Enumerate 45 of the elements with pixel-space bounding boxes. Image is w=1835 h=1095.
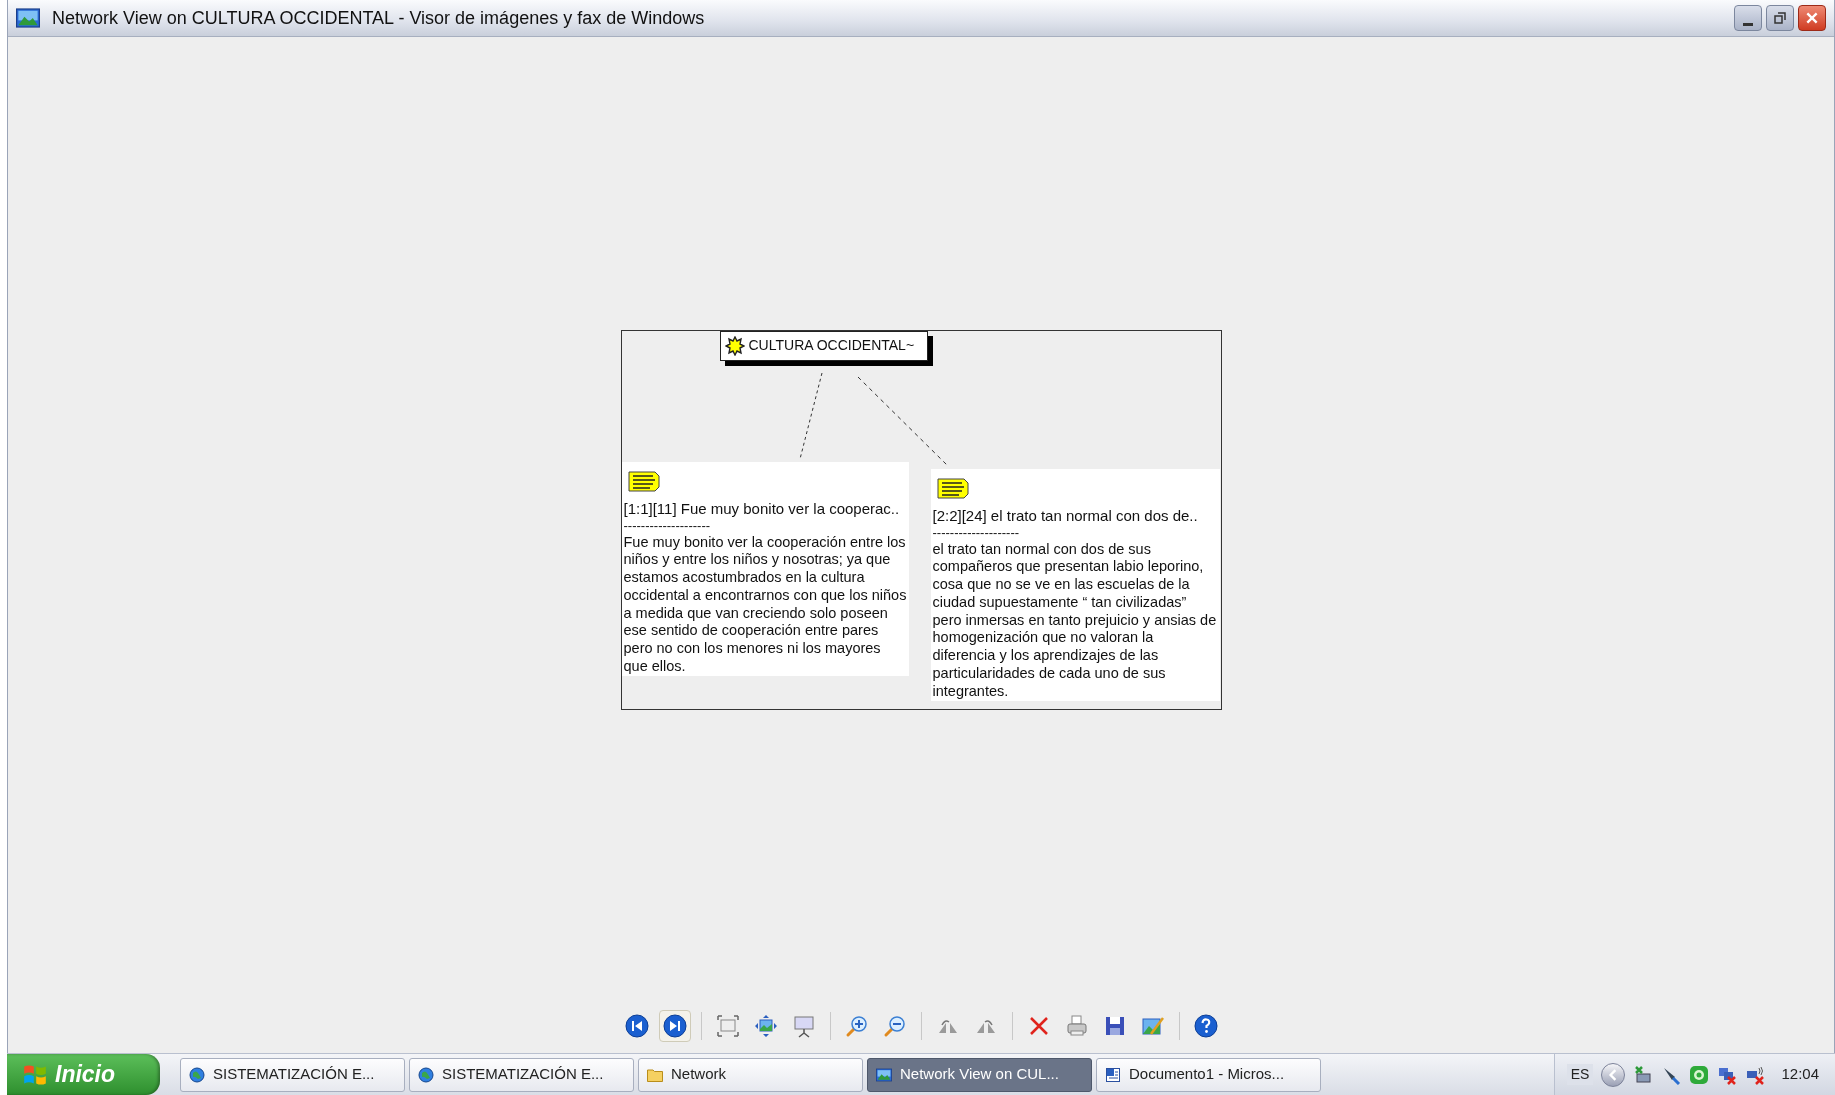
note-heading: [2:2][24] el trato tan normal con dos de.. xyxy=(932,506,1199,525)
wireless-disconnected-icon[interactable] xyxy=(1745,1064,1766,1085)
help-icon xyxy=(1193,1014,1218,1038)
note-icon xyxy=(627,469,660,492)
memo-note[interactable] xyxy=(930,468,1220,701)
taskbar-button[interactable]: Documento1 - Micros... xyxy=(1096,1057,1321,1092)
clock: 12:04 xyxy=(1781,1064,1819,1085)
skip-back-icon xyxy=(624,1014,649,1038)
zoom-in-icon xyxy=(844,1014,869,1038)
code-label: CULTURA OCCIDENTAL~ xyxy=(748,336,915,355)
note-heading: [1:1][11] Fue muy bonito ver la cooperac.. xyxy=(623,499,901,518)
close-button[interactable] xyxy=(1798,5,1826,31)
picture-arrows-icon xyxy=(753,1014,778,1038)
skip-forward-icon xyxy=(662,1014,687,1038)
minimize-icon xyxy=(1743,23,1753,26)
printer-icon xyxy=(1064,1014,1089,1038)
note-body: Fue muy bonito ver la cooperación entre los niños y entre los niños y nosotras; ya que estamos acostumbrados en la cultura occidental a encontrarnos con que los niños a medida que van creciendo solo poseen ese sentido de cooperación entre pares pero no con los menores ni los mayores que ellos. xyxy=(623,533,907,676)
close-icon xyxy=(1805,11,1819,25)
note-icon xyxy=(936,476,969,499)
globe-icon xyxy=(418,1066,434,1083)
memo-note[interactable] xyxy=(621,461,909,676)
zoom-out-icon xyxy=(882,1014,907,1038)
next-image-button[interactable] xyxy=(658,1010,691,1042)
note-body: el trato tan normal con dos de sus compañeros que presentan labio leporino, cosa que no se ve en las escuelas de la ciudad supuestamente “ tan civilizadas” pero inmersas en tanto prejuicio y ansias de homogenización que no valoran la diferencia y los aprendizajes de las particularidades de cada uno de sus integrantes. xyxy=(932,540,1218,701)
note-divider-text: -------------------- xyxy=(623,517,712,534)
language-indicator[interactable]: ES xyxy=(1566,1064,1594,1085)
globe-icon xyxy=(189,1066,205,1083)
windows-logo-icon xyxy=(23,1062,47,1087)
picture-icon xyxy=(876,1067,892,1082)
taskbar-button[interactable]: Network xyxy=(638,1057,863,1092)
fit-frame-icon xyxy=(715,1014,740,1038)
restore-icon xyxy=(1774,12,1786,24)
taskbar-button[interactable]: SISTEMATIZACIÓN E... xyxy=(180,1057,405,1092)
restore-button[interactable] xyxy=(1766,5,1794,31)
app-icon xyxy=(16,8,40,28)
minimize-button[interactable] xyxy=(1734,5,1762,31)
folder-icon xyxy=(647,1067,663,1082)
window-title: Network View on CULTURA OCCIDENTAL - Visor de imágenes y fax de Windows xyxy=(52,6,706,30)
document-icon xyxy=(1105,1066,1121,1083)
note-divider-text: -------------------- xyxy=(932,524,1021,541)
projector-screen-icon xyxy=(791,1014,816,1038)
tray-device-icon[interactable] xyxy=(1633,1064,1654,1085)
taskbar-button[interactable]: SISTEMATIZACIÓN E... xyxy=(409,1057,634,1092)
show-hidden-icons-button[interactable] xyxy=(1601,1062,1626,1087)
taskbar-button[interactable]: Network View on CUL... xyxy=(867,1057,1092,1092)
